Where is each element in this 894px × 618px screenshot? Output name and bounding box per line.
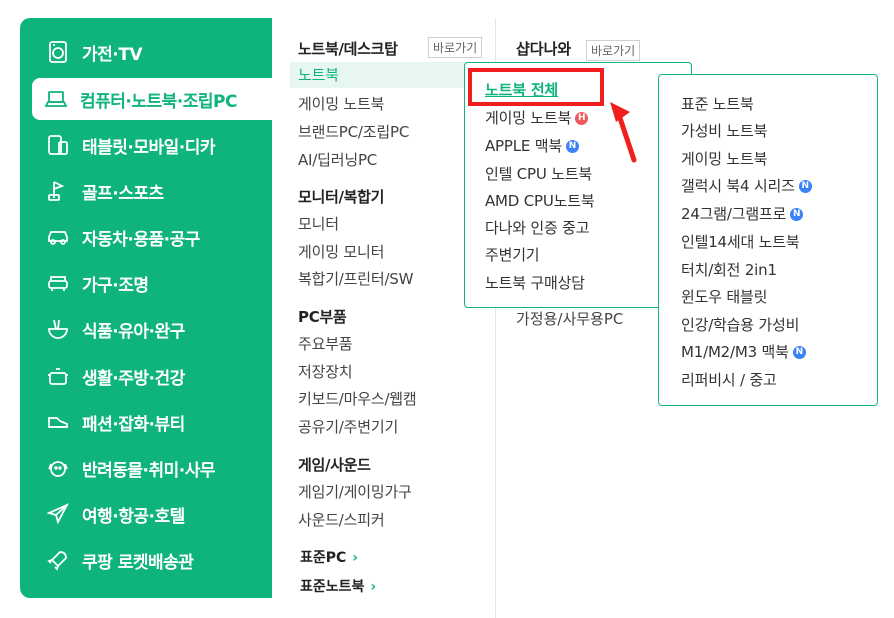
goto-button[interactable]: 바로가기 [586,40,641,61]
category-label: 컴퓨터·노트북·조립PC [80,91,237,112]
menu-item[interactable]: 표준 노트북 [681,93,754,114]
hot-badge: H [575,112,589,125]
link-label: 표준노트북 [300,579,365,595]
subcategory-item[interactable]: 게이밍 노트북 [298,93,384,114]
sneaker-icon [44,408,72,436]
category-golf-sports[interactable]: 골프·스포츠 [34,169,272,213]
menu-item-gram[interactable]: 24그램/그램프로 N [681,203,804,224]
subcategory-item[interactable]: 공유기/주변기기 [298,416,398,437]
category-living-kitchen[interactable]: 생활·주방·건강 [34,354,272,398]
subcategory-column: 노트북/데스크탑 바로가기 노트북 게이밍 노트북 브랜드PC/조립PC AI/… [272,18,496,618]
menu-item-m-series-macbook[interactable]: M1/M2/M3 맥북 N [681,341,806,362]
pot-icon [44,362,72,390]
menu-item-galaxy-book[interactable]: 갤럭시 북4 시리즈 N [681,175,812,196]
category-label: 생활·주방·건강 [82,368,185,389]
category-fashion-beauty[interactable]: 패션·잡화·뷰티 [34,400,272,444]
new-badge: N [798,180,812,193]
link-label: 표준PC [300,550,347,566]
rocket-icon [44,546,72,574]
menu-item[interactable]: 인텔14세대 노트북 [681,231,800,252]
menu-item-label: APPLE 맥북 [485,137,562,155]
menu-item[interactable]: 인텔 CPU 노트북 [485,163,592,184]
subcategory-item[interactable]: 사운드/스피커 [298,509,385,530]
menu-item-label: 24그램/그램프로 [681,205,787,223]
new-badge: N [565,140,579,153]
subcategory-item[interactable]: 브랜드PC/조립PC [298,121,409,142]
goto-button[interactable]: 바로가기 [428,37,483,58]
category-appliance-tv[interactable]: 가전·TV [34,30,272,74]
chevron-right-icon: › [370,579,377,595]
category-label: 자동차·용품·공구 [82,229,200,250]
category-tablet-mobile[interactable]: 태블릿·모바일·디카 [34,123,272,167]
sofa-icon [44,269,72,297]
category-label: 반려동물·취미·사무 [82,460,216,481]
category-label: 쿠팡 로켓배송관 [82,552,194,573]
category-food-baby-toys[interactable]: 식품·유아·완구 [34,307,272,351]
category-label: 식품·유아·완구 [82,321,185,342]
golf-icon [44,177,72,205]
category-label: 태블릿·모바일·디카 [82,137,216,158]
category-computer-laptop[interactable]: 컴퓨터·노트북·조립PC [32,78,272,120]
laptop-icon [42,85,70,113]
menu-item[interactable]: 게이밍 노트북 [681,148,767,169]
subcategory-item[interactable]: AI/딥러닝PC [298,149,377,170]
category-label: 가구·조명 [82,275,149,296]
car-icon [44,223,72,251]
shop-danawa-title[interactable]: 샵다나와 [516,38,571,59]
subcategory-item[interactable]: 게이밍 모니터 [298,241,384,262]
menu-item-label: M1/M2/M3 맥북 [681,343,789,361]
category-travel[interactable]: 여행·항공·호텔 [34,492,272,536]
subcategory-item[interactable]: 게임기/게이밍가구 [298,481,412,502]
menu-item[interactable]: AMD CPU노트북 [485,190,595,211]
subcategory-laptop[interactable]: 노트북 [290,62,488,88]
standard-pc-link[interactable]: 표준PC › [300,547,358,567]
category-label: 여행·항공·호텔 [82,506,185,527]
new-badge: N [790,208,804,221]
tablet-phone-icon [44,131,72,159]
subcategory-item[interactable]: 모니터 [298,213,339,234]
highlight-box [468,68,604,106]
menu-item-gaming-laptop[interactable]: 게이밍 노트북 H [485,107,589,128]
category-car-tools[interactable]: 자동차·용품·공구 [34,215,272,259]
pointer-arrow-icon [610,102,637,163]
menu-item-label: 게이밍 노트북 [485,109,572,127]
menu-item[interactable]: 가성비 노트북 [681,120,767,141]
category-label: 가전·TV [82,44,143,65]
menu-item[interactable]: 노트북 구매상담 [485,272,585,293]
menu-item[interactable]: 터치/회전 2in1 [681,259,777,280]
group-title-game-sound[interactable]: 게임/사운드 [298,454,371,475]
menu-item-label: 갤럭시 북4 시리즈 [681,177,795,195]
subcategory-item[interactable]: 저장장치 [298,361,353,382]
airplane-icon [44,500,72,528]
group-title-laptop-desktop[interactable]: 노트북/데스크탑 [298,38,398,59]
chevron-right-icon: › [352,550,359,566]
subcategory-item[interactable]: 주요부품 [298,333,353,354]
menu-item[interactable]: 다나와 인증 중고 [485,217,590,238]
group-title-monitor[interactable]: 모니터/복합기 [298,186,384,207]
category-furniture-lighting[interactable]: 가구·조명 [34,261,272,305]
dog-icon [44,454,72,482]
subcategory-item[interactable]: 가정용/사무용PC [516,308,623,329]
subcategory-item[interactable]: 복합기/프린터/SW [298,268,413,289]
category-pet-hobby[interactable]: 반려동물·취미·사무 [34,446,272,490]
category-label: 패션·잡화·뷰티 [82,414,185,435]
menu-item[interactable]: 윈도우 태블릿 [681,286,767,307]
group-title-pc-parts[interactable]: PC부품 [298,306,347,327]
subcategory-item[interactable]: 키보드/마우스/웹캠 [298,388,417,409]
washing-machine-icon [44,38,72,66]
menu-item[interactable]: 주변기기 [485,244,540,265]
category-rocket-delivery[interactable]: 쿠팡 로켓배송관 [34,538,272,582]
category-sidebar: 가전·TV 컴퓨터·노트북·조립PC 태블릿·모바일·디카 골프·스포츠 자동차… [20,18,272,598]
menu-item-apple-macbook[interactable]: APPLE 맥북 N [485,135,579,156]
menu-item[interactable]: 인강/학습용 가성비 [681,314,799,335]
standard-laptop-link[interactable]: 표준노트북 › [300,576,376,596]
category-label: 골프·스포츠 [82,183,164,204]
new-badge: N [792,346,806,359]
noodle-bowl-icon [44,315,72,343]
laptop-theme-menu: 표준 노트북 가성비 노트북 게이밍 노트북 갤럭시 북4 시리즈 N 24그램/… [658,74,878,406]
menu-item[interactable]: 리퍼비시 / 중고 [681,369,777,390]
